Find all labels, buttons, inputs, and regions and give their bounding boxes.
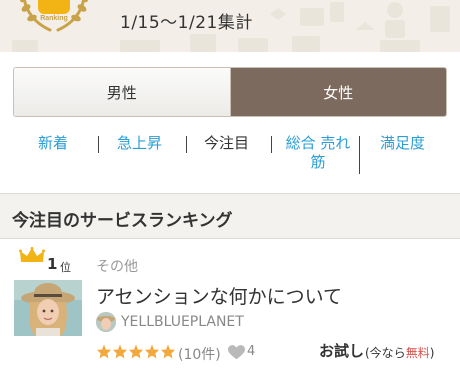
- ranking-badge-icon: Ranking: [20, 0, 88, 32]
- crown-icon: [19, 247, 45, 262]
- tab-separator: [98, 136, 99, 153]
- gender-toggle: 男性 女性: [13, 67, 447, 117]
- seller-avatar: [96, 312, 116, 332]
- review-count[interactable]: (10件): [178, 344, 221, 364]
- trial-note-free: 無料: [405, 346, 430, 360]
- tab-trending[interactable]: 今注目: [204, 134, 249, 153]
- tab-rising[interactable]: 急上昇: [117, 134, 162, 153]
- tab-separator: [359, 136, 360, 174]
- section-title: 今注目のサービスランキング: [12, 211, 233, 231]
- section-heading: 今注目のサービスランキング: [0, 193, 460, 239]
- rank-number: 1: [47, 255, 58, 273]
- service-title[interactable]: アセンションな何かについて: [96, 282, 342, 309]
- star-icon: [96, 344, 112, 359]
- tab-satisfaction[interactable]: 満足度: [380, 134, 425, 153]
- trial-label: お試し: [319, 342, 365, 360]
- ranking-row[interactable]: 1 位 その他 アセンションな何かについて YELLBLUEPLANET (10…: [0, 240, 460, 380]
- trial-note-prefix: (今なら: [365, 346, 406, 360]
- tab-separator: [186, 136, 187, 153]
- tab-separator: [271, 136, 272, 153]
- sort-tabs: 新着 急上昇 今注目 総合 売れ 筋 満足度: [0, 130, 460, 180]
- gender-toggle-female[interactable]: 女性: [230, 68, 446, 116]
- svg-text:Ranking: Ranking: [40, 15, 68, 22]
- seller-name[interactable]: YELLBLUEPLANET: [121, 314, 244, 330]
- tab-best-selling-line2: 筋: [310, 153, 326, 171]
- ranking-period: 1/15～1/21集計: [120, 13, 253, 33]
- star-icon: [112, 344, 128, 359]
- trial-note-suffix: ): [429, 346, 435, 360]
- star-icon: [160, 344, 176, 359]
- rank-unit: 位: [60, 261, 71, 274]
- trial-note: (今なら無料): [365, 344, 434, 361]
- tab-best-selling[interactable]: 総合 売れ 筋: [282, 134, 354, 172]
- service-thumbnail[interactable]: [14, 280, 82, 336]
- gender-toggle-male[interactable]: 男性: [14, 68, 231, 116]
- rating-stars: [96, 344, 176, 359]
- favorite-count: 4: [247, 344, 256, 359]
- tab-best-selling-line1: 総合 売れ: [285, 134, 351, 152]
- star-icon: [128, 344, 144, 359]
- service-category: その他: [96, 259, 138, 275]
- tab-new[interactable]: 新着: [38, 134, 68, 153]
- heart-icon[interactable]: [228, 345, 245, 360]
- ranking-header: Ranking 1/15～1/21集計: [0, 0, 460, 52]
- star-icon: [144, 344, 160, 359]
